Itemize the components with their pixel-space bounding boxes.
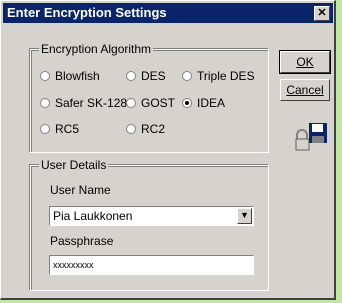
- user-name-combobox[interactable]: Pia Laukkonen ▼: [49, 206, 254, 226]
- radio-des[interactable]: DES: [126, 69, 166, 83]
- title-bar[interactable]: Enter Encryption Settings ✕: [3, 3, 333, 23]
- radio-label: RC5: [55, 122, 80, 136]
- close-button[interactable]: ✕: [314, 6, 330, 21]
- radio-blowfish[interactable]: Blowfish: [40, 69, 100, 83]
- dropdown-arrow-icon[interactable]: ▼: [237, 208, 252, 224]
- radio-dot[interactable]: [126, 98, 136, 108]
- radio-label: Triple DES: [197, 69, 255, 83]
- radio-dot[interactable]: [40, 71, 50, 81]
- radio-label: RC2: [141, 122, 166, 136]
- radio-safer[interactable]: Safer SK-128: [40, 96, 127, 110]
- radio-label: DES: [141, 69, 166, 83]
- radio-dot[interactable]: [126, 71, 136, 81]
- lock-save-icon: [295, 121, 329, 151]
- user-name-value: Pia Laukkonen: [53, 209, 133, 223]
- cancel-button-label: Cancel: [286, 83, 324, 97]
- user-name-label: User Name: [50, 183, 111, 197]
- radio-rc2[interactable]: RC2: [126, 122, 165, 136]
- radio-idea[interactable]: IDEA: [182, 96, 225, 110]
- radio-rc5[interactable]: RC5: [40, 122, 79, 136]
- radio-dot-selected[interactable]: [182, 98, 192, 108]
- passphrase-label: Passphrase: [50, 234, 114, 248]
- passphrase-input[interactable]: xxxxxxxxx: [49, 255, 254, 275]
- user-details-group: User Details User Name Pia Laukkonen ▼ P…: [30, 158, 269, 291]
- ok-button-label: OK: [296, 55, 314, 69]
- radio-label: IDEA: [197, 96, 226, 110]
- window-title: Enter Encryption Settings: [7, 5, 167, 20]
- cancel-button[interactable]: Cancel: [280, 79, 330, 101]
- close-icon: ✕: [317, 7, 327, 19]
- encryption-algorithm-group: Encryption Algorithm Blowfish DES Triple…: [30, 42, 269, 153]
- radio-label: Safer SK-128: [55, 96, 128, 110]
- radio-dot[interactable]: [126, 124, 136, 134]
- radio-dot[interactable]: [40, 124, 50, 134]
- radio-dot[interactable]: [40, 98, 50, 108]
- radio-label: Blowfish: [55, 69, 100, 83]
- radio-dot[interactable]: [182, 71, 192, 81]
- encryption-settings-dialog: Enter Encryption Settings ✕ Encryption A…: [0, 0, 336, 300]
- passphrase-value: xxxxxxxxx: [53, 260, 94, 270]
- user-details-legend: User Details: [39, 158, 109, 172]
- ok-button[interactable]: OK: [279, 50, 331, 74]
- radio-triple-des[interactable]: Triple DES: [182, 69, 255, 83]
- radio-label: GOST: [141, 96, 176, 110]
- encryption-algorithm-legend: Encryption Algorithm: [39, 42, 154, 56]
- radio-gost[interactable]: GOST: [126, 96, 175, 110]
